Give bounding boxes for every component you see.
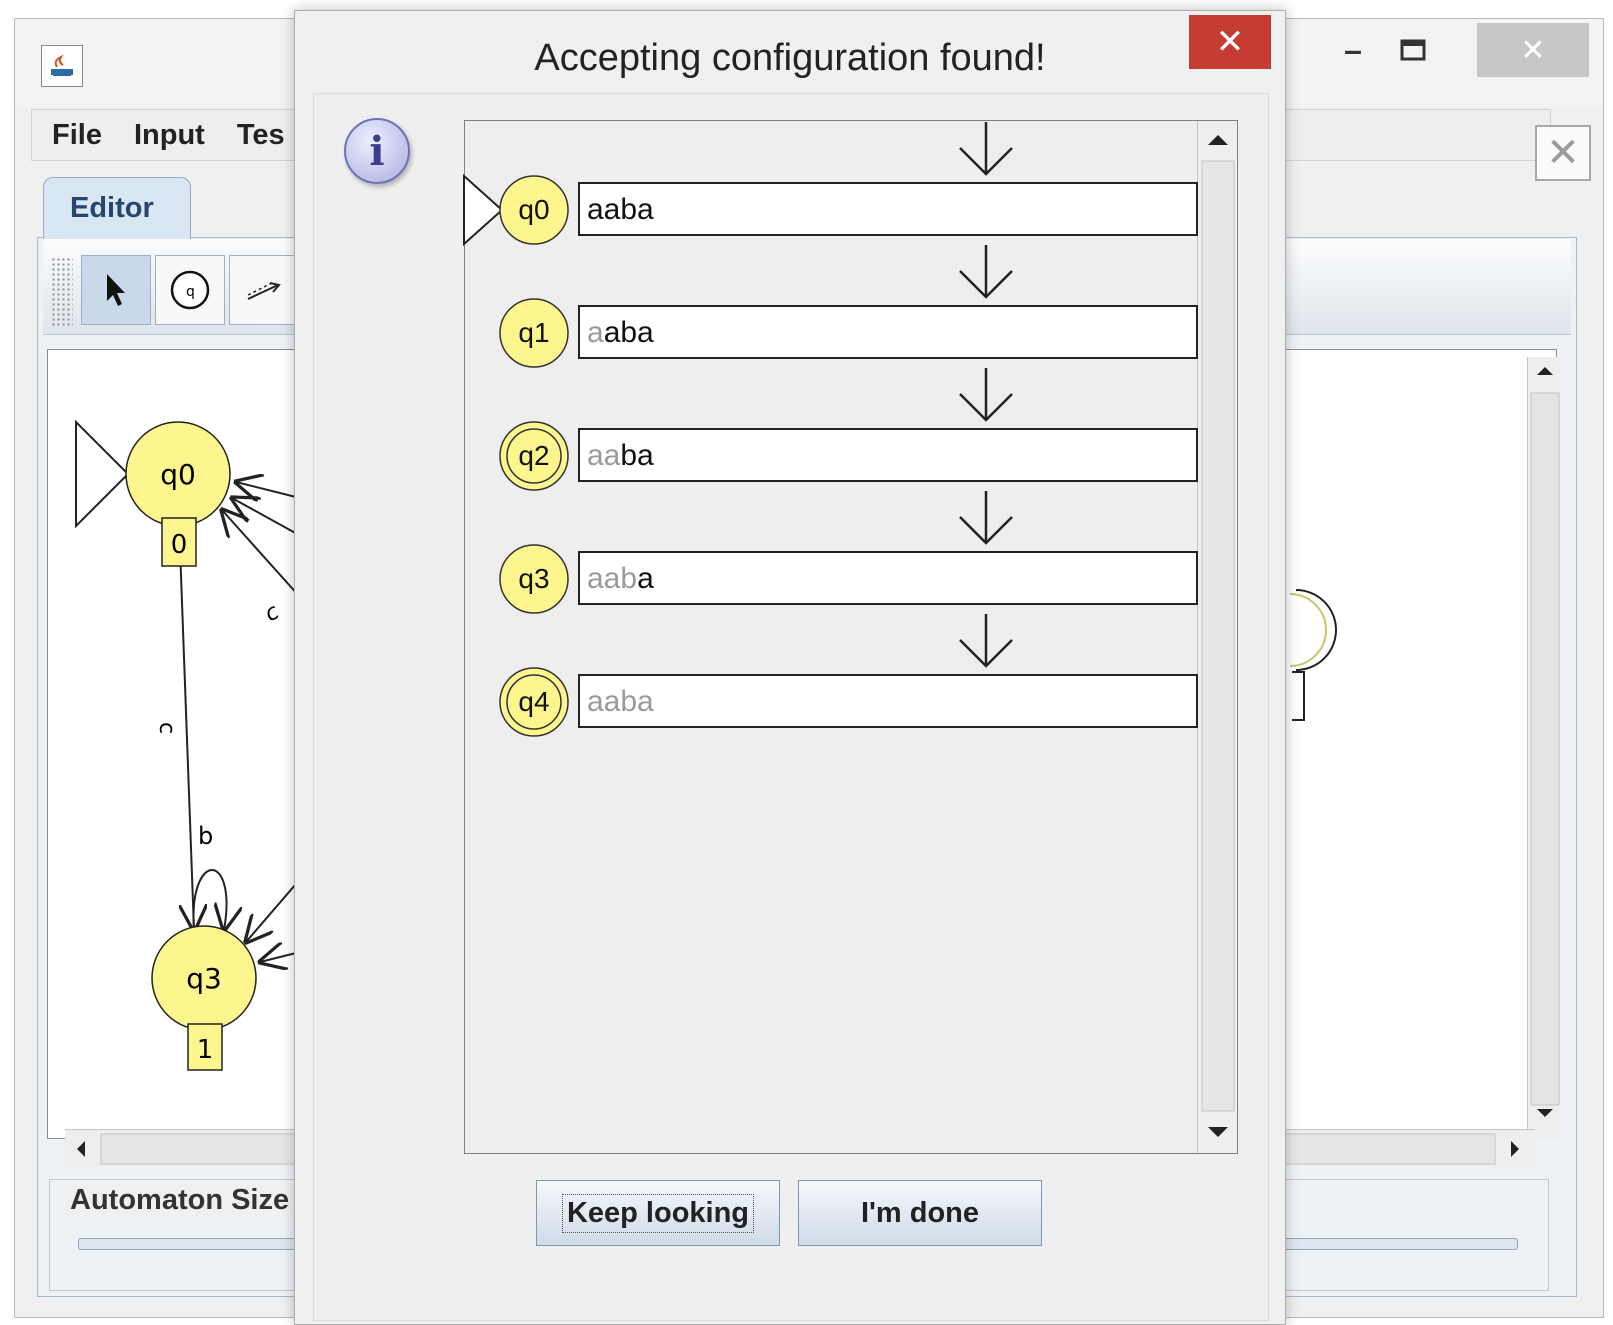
config-tape: aaba [578,305,1198,359]
state-label-box [1292,671,1305,721]
config-state-name: q3 [518,563,550,594]
config-state-name: q4 [518,686,550,717]
toolbar-grip[interactable] [51,257,73,327]
config-tape: aaba [578,674,1198,728]
tape-consumed: aab [587,562,638,595]
scroll-up-arrow-icon[interactable] [1208,135,1228,145]
config-state-name: q1 [518,317,550,348]
automaton-size-label: Automaton Size [66,1184,294,1217]
transition-creator-tool[interactable] [229,255,299,325]
dialog-title: Accepting configuration found! [534,37,1046,79]
edge-label: b [198,822,213,850]
state-creator-tool[interactable]: q [155,255,225,325]
down-arrow-icon [956,243,1016,301]
down-arrow-icon [956,612,1016,670]
java-app-icon [41,45,83,87]
maximize-button[interactable] [1385,23,1441,77]
config-state-q2: q2 [498,420,570,492]
tape-remaining: a [637,562,654,595]
config-state-name: q2 [518,440,550,471]
dialog-close-button[interactable]: ✕ [1189,15,1271,69]
keep-looking-button[interactable]: Keep looking [536,1180,780,1246]
self-loop-edge [192,869,226,930]
state-circle-icon: q [170,270,210,310]
state-node-partial [1295,589,1337,671]
keep-looking-label: Keep looking [561,1193,755,1233]
svg-text:q: q [186,284,195,300]
config-state-name: q0 [518,194,550,225]
config-state-q1: q1 [498,297,570,369]
configuration-trace-panel [464,120,1238,1154]
menu-file[interactable]: File [52,119,102,152]
config-state-q4: q4 [498,666,570,738]
tape-remaining: aaba [587,193,654,226]
transition-edge [179,547,194,930]
state-name: q0 [160,458,196,491]
state-label: 0 [171,530,188,560]
minimize-button[interactable]: – [1325,23,1381,77]
tape-remaining: aba [603,316,654,349]
scroll-right-arrow-icon[interactable] [1511,1141,1519,1157]
state-label: 1 [197,1035,214,1065]
config-tape: aaba [578,428,1198,482]
scroll-up-arrow-icon[interactable] [1537,367,1553,375]
tape-consumed: a [587,316,604,349]
state-name: q3 [186,962,222,995]
tab-editor[interactable]: Editor [43,177,191,239]
config-tape: aaba [578,551,1198,605]
tape-remaining: ba [620,439,654,472]
transition-arrow-icon [247,282,281,300]
close-window-button[interactable]: ✕ [1477,23,1589,77]
done-button[interactable]: I'm done [798,1180,1042,1246]
state-node-partial [1289,593,1327,667]
scroll-left-arrow-icon[interactable] [77,1141,85,1157]
info-icon: i [344,118,410,184]
close-editor-button[interactable]: ✕ [1535,125,1591,181]
tape-consumed: aaba [587,685,654,718]
edge-label: c [261,599,284,627]
config-state-q0: q0 [498,174,570,246]
config-state-q3: q3 [498,543,570,615]
canvas-vertical-scrollbar[interactable] [1527,357,1561,1139]
attribute-editor-tool[interactable] [81,255,151,325]
initial-state-marker [75,419,130,529]
down-arrow-icon [956,489,1016,547]
pointer-arrow-icon [107,274,125,306]
scroll-down-arrow-icon[interactable] [1208,1127,1228,1137]
menu-input[interactable]: Input [134,119,205,152]
config-tape: aaba [578,182,1198,236]
scroll-down-arrow-icon[interactable] [1537,1109,1553,1117]
edge-label: c [154,722,179,734]
down-arrow-icon [956,366,1016,424]
down-arrow-icon [956,120,1016,178]
menu-test[interactable]: Tes [237,119,285,152]
tape-consumed: aa [587,439,621,472]
trace-vertical-scrollbar[interactable] [1197,121,1237,1153]
